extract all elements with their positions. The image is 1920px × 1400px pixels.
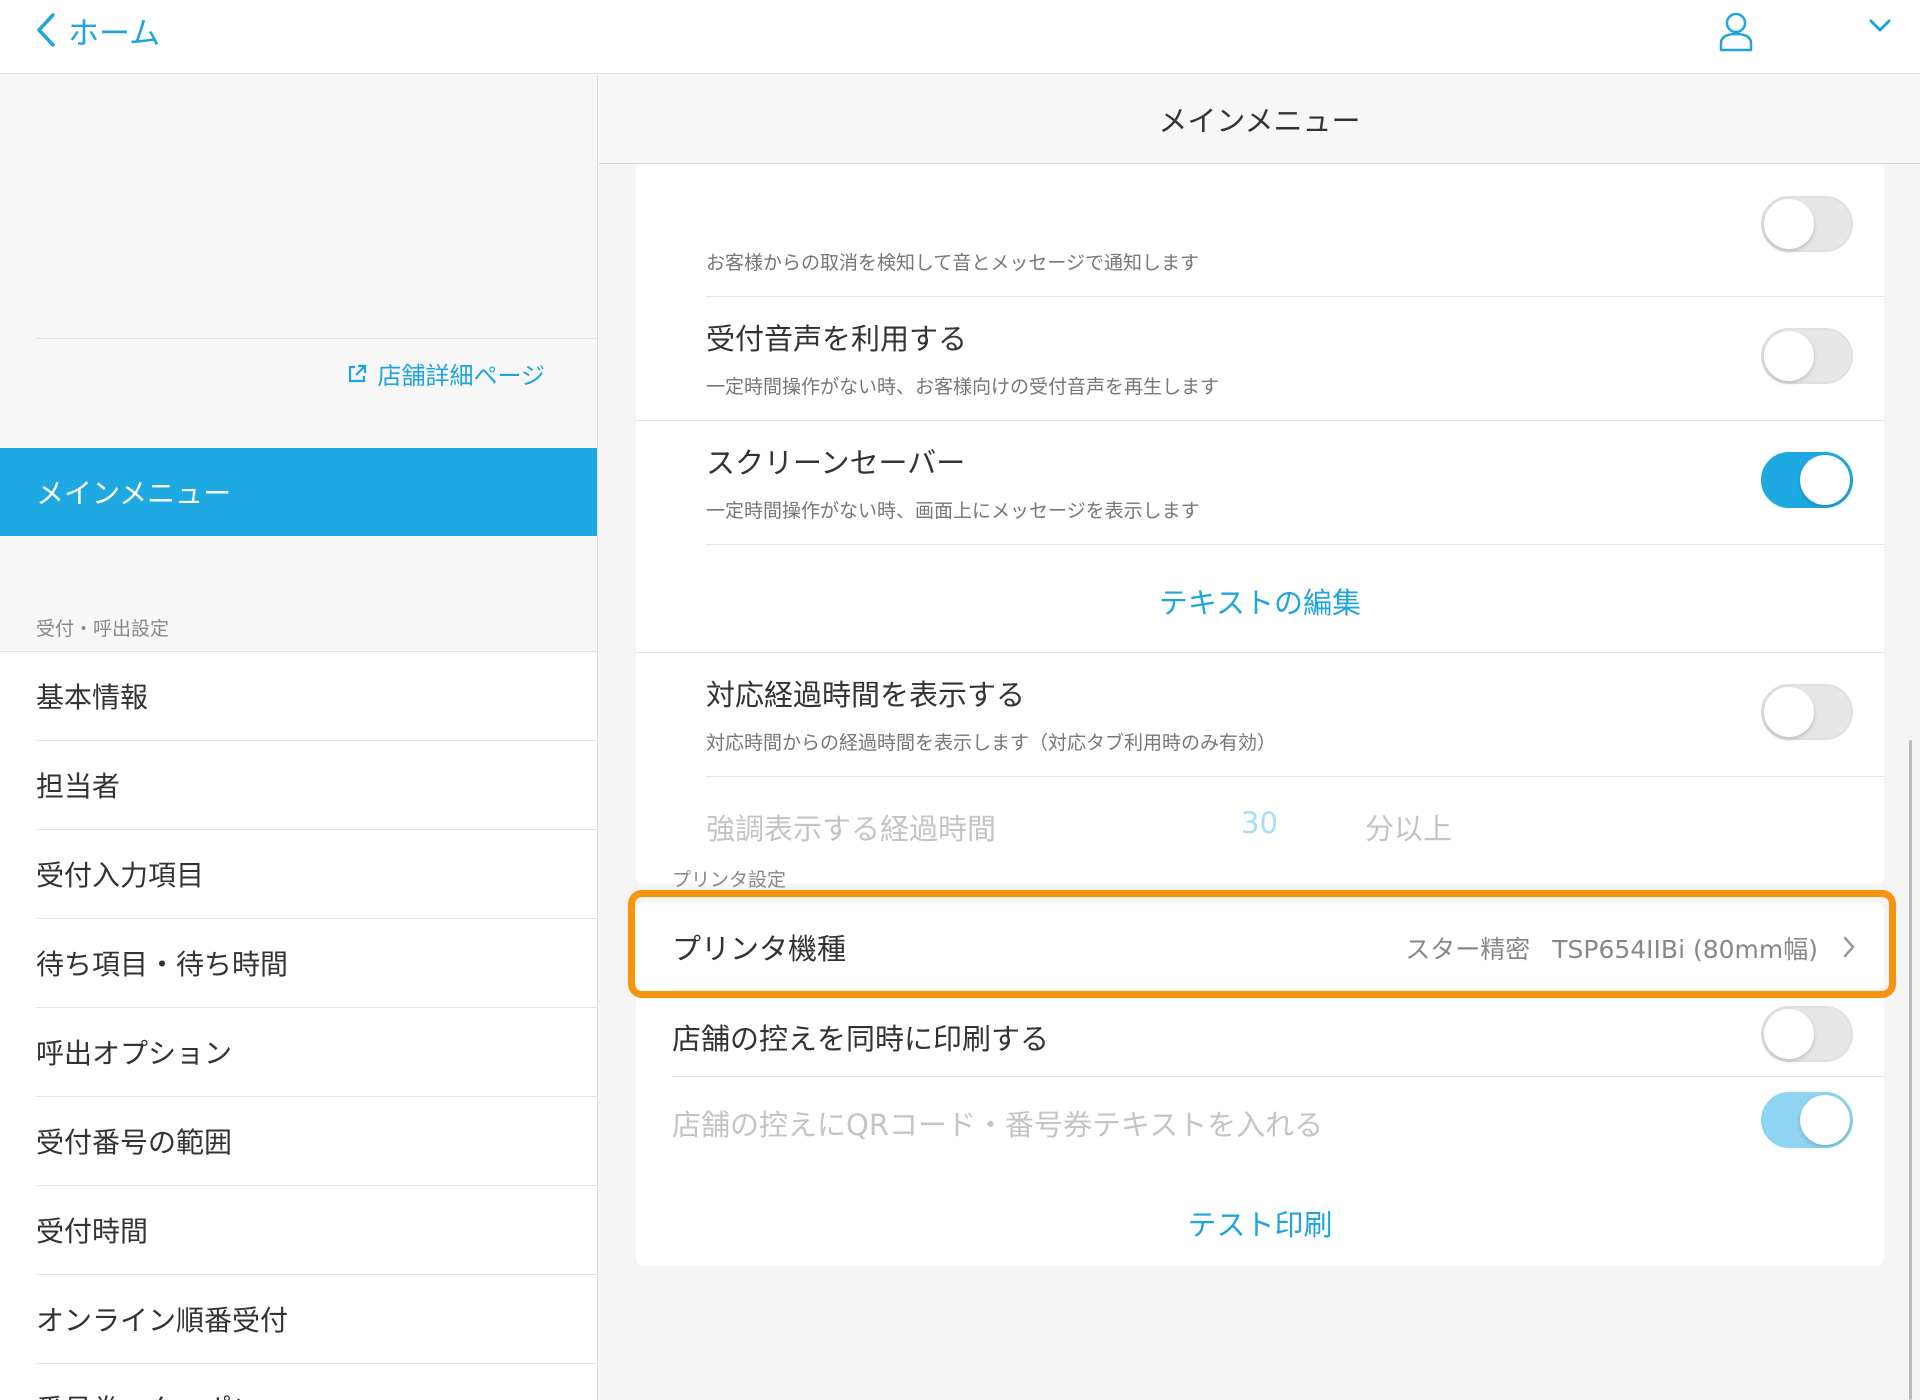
sidebar-item-label: 呼出オプション [36,1037,233,1070]
sidebar-item-label: オンライン順番受付 [36,1304,289,1337]
test-print-button[interactable]: テスト印刷 [636,1202,1884,1244]
reception-voice-toggle[interactable] [1761,328,1853,384]
store-copy-label: 店舗の控えを同時に印刷する [672,1022,1050,1056]
store-detail-link-label: 店舗詳細ページ [377,362,545,390]
highlight-elapsed-value[interactable]: 30 [1241,806,1278,840]
page-title: メインメニュー [599,74,1920,164]
sidebar-list: 基本情報 担当者 受付入力項目 待ち項目・待ち時間 呼出オプション 受付番号の範… [0,651,597,1400]
elapsed-time-subtitle: 対応時間からの経過時間を表示します（対応タブ利用時のみ有効） [706,732,1277,754]
sidebar-item-wait-items[interactable]: 待ち項目・待ち時間 [36,919,597,1008]
printer-model-label: プリンタ機種 [672,932,847,966]
highlight-elapsed-label: 強調表示する経過時間 [706,812,997,846]
sidebar-item-label: 待ち項目・待ち時間 [36,948,289,981]
scrollbar[interactable] [1909,740,1912,1400]
sidebar-item-label: 受付入力項目 [36,859,205,892]
row-separator [672,1076,1884,1077]
back-label: ホーム [68,15,161,52]
sidebar-item-label: 基本情報 [36,681,149,714]
elapsed-time-toggle[interactable] [1761,684,1853,740]
test-print-card: テスト印刷 [636,1178,1884,1266]
chevron-down-icon[interactable] [1868,18,1892,34]
reception-voice-title: 受付音声を利用する [706,322,968,356]
elapsed-time-title: 対応経過時間を表示する [706,678,1026,712]
sidebar: 店舗詳細ページ メインメニュー 受付・呼出設定 基本情報 担当者 受付入力項目 … [0,74,598,1400]
back-button[interactable]: ホーム [36,10,161,52]
sidebar-item-label: メインメニュー [36,477,232,510]
row-separator [706,776,1884,777]
screensaver-title: スクリーンセーバー [706,446,966,480]
store-detail-link[interactable]: 店舗詳細ページ [347,356,545,391]
store-copy-toggle[interactable] [1761,1006,1853,1062]
page-title-text: メインメニュー [1158,103,1361,138]
sidebar-item-input-fields[interactable]: 受付入力項目 [36,830,597,919]
sidebar-divider [36,338,597,339]
sidebar-item-call-options[interactable]: 呼出オプション [36,1008,597,1097]
chevron-right-icon [1843,936,1855,958]
cancel-notice-toggle[interactable] [1761,196,1853,252]
edit-text-button[interactable]: テキストの編集 [636,580,1884,622]
row-separator [672,990,1884,991]
printer-model: TSP654IIBi (80mm幅) [1552,935,1818,964]
row-separator [636,652,1884,653]
user-icon[interactable] [1718,12,1754,52]
sidebar-item-staff[interactable]: 担当者 [36,741,597,830]
sidebar-item-label: 番号券・クーポン [36,1388,260,1400]
sidebar-item-number-range[interactable]: 受付番号の範囲 [36,1097,597,1186]
external-link-icon [349,364,367,382]
sidebar-item-online-queue[interactable]: オンライン順番受付 [36,1275,597,1364]
store-copy-qr-label: 店舗の控えにQRコード・番号券テキストを入れる [672,1108,1324,1142]
printer-model-row[interactable]: プリンタ機種 スター精密 TSP654IIBi (80mm幅) [636,902,1884,990]
screensaver-subtitle: 一定時間操作がない時、画面上にメッセージを表示します [706,500,1200,522]
row-separator [636,420,1884,421]
top-bar: ホーム [0,0,1920,74]
sidebar-item-label: 受付時間 [36,1215,149,1248]
printer-maker: スター精密 [1405,935,1531,964]
sidebar-section-label: 受付・呼出設定 [36,618,170,640]
row-separator [706,544,1884,545]
printer-section-label: プリンタ設定 [672,869,787,891]
cancel-notice-subtitle: お客様からの取消を検知して音とメッセージで通知します [706,252,1200,274]
printer-model-value: スター精密 TSP654IIBi (80mm幅) [1405,930,1818,966]
sidebar-item-ticket-coupon[interactable]: 番号券・クーポン [36,1364,597,1400]
sidebar-item-label: 受付番号の範囲 [36,1126,233,1159]
main-panel: お客様からの取消を検知して音とメッセージで通知します 受付音声を利用する 一定時… [599,74,1920,1400]
row-separator [706,296,1884,297]
sidebar-item-main-menu[interactable]: メインメニュー [0,448,597,536]
sidebar-item-reception-hours[interactable]: 受付時間 [36,1186,597,1275]
chevron-left-icon [37,13,55,47]
screensaver-toggle[interactable] [1761,452,1853,508]
reception-voice-subtitle: 一定時間操作がない時、お客様向けの受付音声を再生します [706,376,1220,398]
sidebar-item-basic-info[interactable]: 基本情報 [36,652,597,741]
settings-card: お客様からの取消を検知して音とメッセージで通知します 受付音声を利用する 一定時… [636,134,1884,884]
store-copy-qr-toggle[interactable] [1761,1092,1853,1148]
highlight-elapsed-unit: 分以上 [1365,812,1453,846]
sidebar-item-label: 担当者 [36,770,121,803]
